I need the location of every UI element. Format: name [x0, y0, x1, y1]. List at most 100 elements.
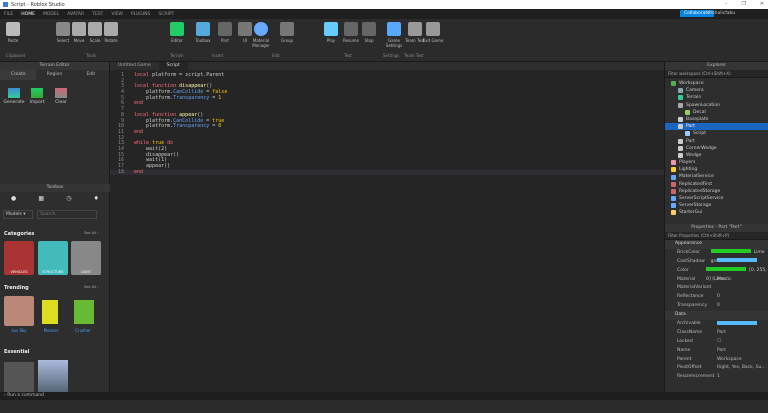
property-value[interactable] — [717, 320, 760, 329]
category-vehicles[interactable]: VEHICLES — [4, 241, 34, 275]
category-structure[interactable]: STRUCTURE — [38, 241, 68, 275]
tab-script[interactable]: Script — [158, 62, 188, 70]
property-row[interactable]: Transparency 0 — [665, 302, 768, 311]
property-row[interactable]: MaterialVariant — [665, 284, 768, 293]
marketplace-icon[interactable]: ● — [11, 195, 16, 202]
property-row[interactable]: Name Part — [665, 347, 768, 356]
trending-item[interactable]: Crusher — [68, 328, 98, 333]
property-row[interactable]: ResizeIncrement 1 — [665, 373, 768, 382]
property-section[interactable]: Appearance — [665, 240, 768, 249]
script-editor[interactable]: Untitled Game Script 1 local platform = sc… — [110, 62, 664, 392]
property-section[interactable]: Data — [665, 311, 768, 321]
property-value[interactable]: 1 — [717, 373, 720, 382]
recent-icon[interactable]: ◷ — [66, 195, 71, 202]
menu-home[interactable]: HOME — [21, 12, 35, 17]
close-button[interactable]: ✕ — [760, 1, 764, 7]
menu-file[interactable]: FILE — [4, 12, 13, 17]
toolbox-search-input[interactable]: Search — [37, 210, 97, 219]
tab-untitled-game[interactable]: Untitled Game — [110, 62, 159, 70]
trending-thumbnail[interactable] — [74, 300, 94, 324]
import-button[interactable]: Import — [25, 88, 49, 105]
property-row[interactable]: Parent Workspace — [665, 356, 768, 365]
property-row[interactable]: Color [0, 255, 0] (Lime... — [665, 267, 768, 282]
category-dropdown[interactable]: Models ▾ — [3, 210, 33, 219]
property-value[interactable]: Workspace — [717, 356, 742, 365]
code-area[interactable]: 1 local platform = script.Parent 2 3 local f… — [110, 72, 664, 176]
user-menu[interactable]: Mohalicfabu — [708, 11, 735, 16]
part-button[interactable]: Part — [214, 22, 236, 43]
explorer-item[interactable]: Terrain — [665, 94, 768, 101]
explorer-item[interactable]: Part — [665, 138, 768, 145]
essential-thumbnail[interactable] — [38, 360, 68, 392]
tab-edit[interactable]: Edit — [73, 70, 109, 80]
explorer-item[interactable]: Workspace — [665, 80, 768, 87]
property-value[interactable]: [0, 255, 0] (Lime... — [706, 267, 768, 282]
category-light[interactable]: LIGHT — [71, 241, 101, 275]
maximize-button[interactable]: ❐ — [741, 1, 745, 7]
group-button[interactable]: Group — [276, 22, 298, 43]
game-settings-button[interactable]: Game Settings — [383, 22, 405, 48]
property-value[interactable] — [717, 258, 760, 267]
paste-button[interactable]: Paste — [2, 22, 24, 43]
property-row[interactable]: Locked ☐ — [665, 338, 768, 347]
explorer-item[interactable]: SpawnLocation — [665, 102, 768, 109]
property-row[interactable]: Archivable — [665, 320, 768, 329]
play-button[interactable]: Play — [320, 22, 342, 43]
explorer-item[interactable]: CornerWedge — [665, 145, 768, 152]
rotate-button[interactable]: Rotate — [100, 22, 122, 43]
tab-region[interactable]: Region — [36, 70, 72, 80]
property-value[interactable]: Part — [717, 329, 726, 338]
property-value[interactable]: Right, Yes, Back, Su... — [717, 364, 766, 373]
explorer-item[interactable]: Players — [665, 159, 768, 166]
explorer-item[interactable]: Part — [665, 123, 768, 131]
explorer-item[interactable]: ReplicatedFirst — [665, 181, 768, 188]
property-row[interactable]: Material Plastic — [665, 276, 768, 285]
code-line[interactable]: 18 end — [110, 169, 664, 176]
explorer-item[interactable]: Baseplate — [665, 116, 768, 123]
explorer-item[interactable]: Script — [665, 130, 768, 137]
property-row[interactable]: ClassName Part — [665, 329, 768, 338]
property-value[interactable]: Plastic — [717, 276, 732, 285]
explorer-item[interactable]: StarterGui — [665, 209, 768, 216]
property-value[interactable]: ☐ — [717, 338, 721, 347]
explorer-item[interactable]: Wedge — [665, 152, 768, 159]
property-row[interactable]: PivotOffset Right, Yes, Back, Su... — [665, 364, 768, 373]
tab-create[interactable]: Create — [0, 70, 37, 80]
property-value[interactable]: Part — [717, 347, 726, 356]
categories-see-all[interactable]: See All › — [84, 231, 99, 235]
editor-button[interactable]: Editor — [166, 22, 188, 43]
bulb-icon[interactable]: ♦ — [94, 195, 99, 202]
explorer-item[interactable]: Lighting — [665, 166, 768, 173]
trending-thumbnail[interactable] — [42, 300, 58, 324]
trending-see-all[interactable]: See All › — [84, 285, 99, 289]
menu-test[interactable]: TEST — [92, 12, 103, 17]
explorer-filter-input[interactable]: Filter workspace (Ctrl+Shift+X) — [665, 70, 768, 78]
grid-icon[interactable]: ▦ — [38, 195, 44, 202]
property-value[interactable]: 0 — [717, 293, 720, 302]
property-value[interactable]: 0 — [717, 302, 720, 311]
menu-plugins[interactable]: PLUGINS — [131, 12, 150, 17]
trending-item[interactable]: Plencer — [36, 328, 66, 333]
minimize-button[interactable]: – — [725, 1, 728, 7]
explorer-item[interactable]: Decal — [665, 109, 768, 116]
trending-item[interactable]: sus Sky — [4, 328, 34, 333]
exit-game-button[interactable]: Exit Game — [422, 22, 444, 43]
trending-thumbnail[interactable] — [4, 296, 34, 326]
property-row[interactable]: Reflectance 0 — [665, 293, 768, 302]
essential-thumbnail[interactable] — [4, 362, 34, 392]
stop-button[interactable]: Stop — [358, 22, 380, 43]
menu-script[interactable]: SCRIPT — [158, 12, 174, 17]
toolbox-button[interactable]: Toolbox — [192, 22, 214, 43]
menu-view[interactable]: VIEW — [111, 12, 123, 17]
properties-filter-input[interactable]: Filter Properties (Ctrl+Shift+P) — [665, 232, 768, 240]
explorer-item[interactable]: ServerStorage — [665, 202, 768, 209]
property-row[interactable]: CastShadow — [665, 258, 768, 267]
clear-button[interactable]: Clear — [49, 88, 73, 105]
command-bar[interactable]: › Run a command — [0, 392, 768, 400]
property-value[interactable]: Lime green — [710, 249, 768, 264]
generate-button[interactable]: Generate — [2, 88, 26, 105]
material-manager-button[interactable]: Material Manager — [250, 22, 272, 48]
explorer-item[interactable]: ReplicatedStorage — [665, 188, 768, 195]
menu-avatar[interactable]: AVATAR — [67, 12, 84, 17]
property-row[interactable]: BrickColor Lime green — [665, 249, 768, 264]
